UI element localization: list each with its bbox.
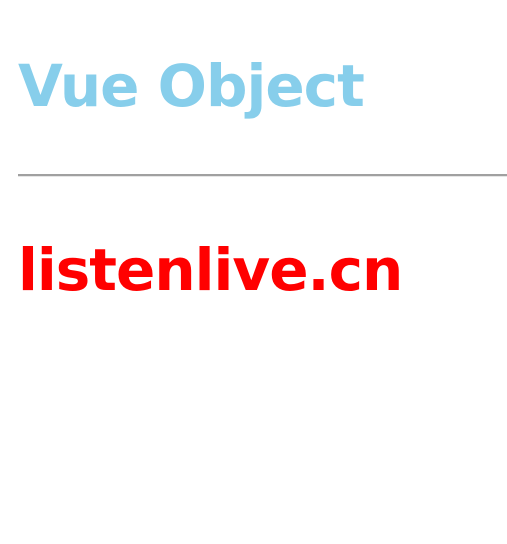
message-text: listenlive.cn [18, 236, 403, 304]
page-title: Vue Object [18, 52, 365, 120]
divider [18, 174, 507, 177]
page: Vue Object listenlive.cn [0, 0, 507, 544]
